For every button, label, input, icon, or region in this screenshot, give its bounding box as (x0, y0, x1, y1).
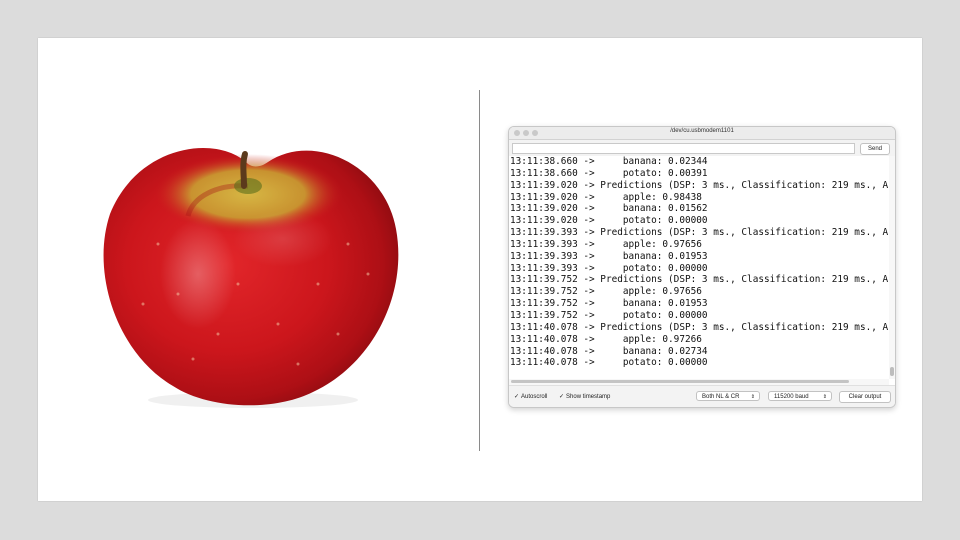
output-line: 13:11:39.752 -> potato: 0.00000 (510, 309, 708, 321)
show-timestamp-label: Show timestamp (566, 394, 611, 400)
output-line: 13:11:39.393 -> apple: 0.97656 (510, 238, 702, 250)
output-line: 13:11:40.078 -> apple: 0.97266 (510, 333, 702, 345)
output-line: 13:11:39.393 -> Predictions (DSP: 3 ms.,… (510, 227, 889, 239)
apple-photo (103, 148, 399, 408)
output-line: 13:11:39.752 -> Predictions (DSP: 3 ms.,… (510, 274, 889, 286)
vertical-scroll-thumb[interactable] (890, 367, 894, 376)
vertical-scrollbar[interactable] (889, 156, 895, 379)
output-line: 13:11:39.752 -> apple: 0.97656 (510, 286, 702, 298)
clear-output-button[interactable]: Clear output (839, 391, 891, 403)
output-line: 13:11:39.752 -> banana: 0.01953 (510, 298, 708, 310)
output-line: 13:11:40.078 -> potato: 0.00000 (510, 357, 708, 369)
output-line: 13:11:39.020 -> potato: 0.00000 (510, 215, 708, 227)
baud-rate-select[interactable]: 115200 baud ⇕ (768, 391, 832, 401)
checkmark-icon: ✓ (559, 394, 565, 400)
serial-output[interactable]: 13:11:38.660 -> banana: 0.02344 13:11:38.… (509, 156, 889, 379)
baud-rate-value: 115200 baud (774, 394, 809, 400)
output-line: 13:11:39.393 -> banana: 0.01953 (510, 250, 708, 262)
output-line: 13:11:39.393 -> potato: 0.00000 (510, 262, 708, 274)
status-bar: ✓ Autoscroll ✓ Show timestamp Both NL & CR… (509, 385, 895, 407)
line-ending-value: Both NL & CR (702, 394, 740, 400)
serial-monitor-window: /dev/cu.usbmodem1101 Send 13:11:38.660 -… (508, 126, 896, 408)
line-ending-select[interactable]: Both NL & CR ⇕ (696, 391, 760, 401)
slide: /dev/cu.usbmodem1101 Send 13:11:38.660 -… (38, 38, 922, 501)
chevron-updown-icon: ⇕ (822, 394, 827, 400)
output-line: 13:11:40.078 -> banana: 0.02734 (510, 345, 708, 357)
output-line: 13:11:39.020 -> banana: 0.01562 (510, 203, 708, 215)
checkmark-icon: ✓ (514, 394, 520, 400)
chevron-updown-icon: ⇕ (750, 394, 755, 400)
show-timestamp-checkbox[interactable]: ✓ Show timestamp (559, 393, 610, 400)
output-line: 13:11:38.660 -> potato: 0.00391 (510, 167, 708, 179)
autoscroll-checkbox[interactable]: ✓ Autoscroll (514, 393, 547, 400)
divider (479, 90, 480, 451)
output-line: 13:11:39.020 -> apple: 0.98438 (510, 191, 702, 203)
send-message-input[interactable] (512, 143, 855, 154)
send-toolbar: Send (509, 140, 895, 156)
title-bar: /dev/cu.usbmodem1101 (509, 127, 895, 140)
output-line: 13:11:40.078 -> Predictions (DSP: 3 ms.,… (510, 321, 889, 333)
horizontal-scroll-thumb[interactable] (511, 380, 849, 383)
output-line: 13:11:39.020 -> Predictions (DSP: 3 ms.,… (510, 179, 889, 191)
output-line: 13:11:38.660 -> banana: 0.02344 (510, 156, 708, 167)
send-button[interactable]: Send (860, 143, 890, 155)
output-lines: 13:11:38.660 -> banana: 0.02344 13:11:38.… (510, 156, 889, 369)
autoscroll-label: Autoscroll (521, 394, 548, 400)
window-title: /dev/cu.usbmodem1101 (670, 128, 734, 134)
